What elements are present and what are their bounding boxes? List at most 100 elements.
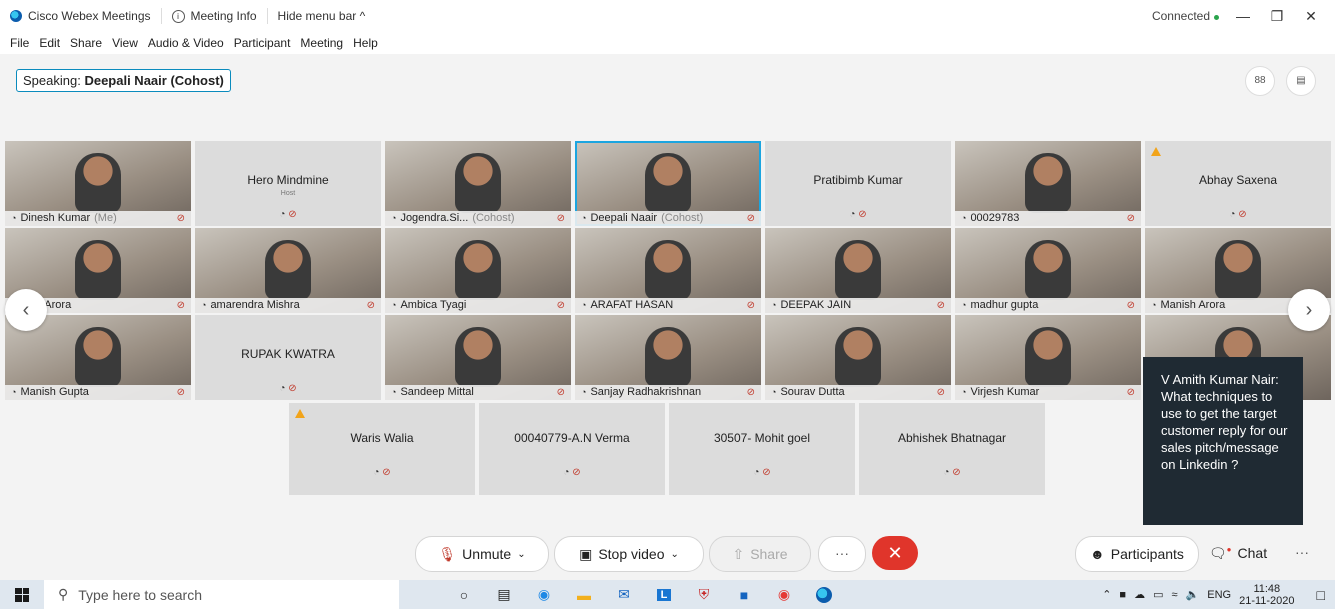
mic-muted-icon: ⊘ (762, 467, 771, 478)
participant-tile[interactable]: Abhishek Bhatnagar ◔ ⊘ (859, 403, 1045, 495)
unmute-label: Unmute (462, 546, 512, 562)
participant-tile[interactable]: RUPAK KWATRA ◔ ⊘ (195, 315, 381, 400)
participant-tile[interactable]: ◔ Virjesh Kumar ⊘ (955, 315, 1141, 400)
info-icon: i (171, 9, 185, 23)
participants-button[interactable]: ☻ Participants (1075, 536, 1199, 572)
chat-notification-popup[interactable]: V Amith Kumar Nair: What techniques to u… (1143, 357, 1303, 525)
wifi-icon[interactable]: ≈ (1171, 589, 1177, 601)
next-page-chevron-right-icon[interactable]: › (1288, 289, 1330, 331)
participant-tile[interactable]: ◔ Sanjay Radhakrishnan ⊘ (575, 315, 761, 400)
app-l-icon[interactable]: L (649, 583, 679, 607)
menu-participant[interactable]: Participant (234, 36, 291, 50)
task-view-icon[interactable]: ▤ (489, 583, 519, 607)
participant-name: Hero Mindmine (247, 173, 329, 187)
participant-tile[interactable]: ◔ Sandeep Mittal ⊘ (385, 315, 571, 400)
start-button[interactable] (0, 587, 44, 602)
audio-icon: ◔ (373, 467, 383, 478)
battery-icon[interactable]: ▭ (1153, 588, 1163, 601)
participant-label: ◔ Sourav Dutta ⊘ (765, 385, 951, 400)
connected-dot-icon (1214, 15, 1219, 20)
participant-label: ◔ Sanjay Radhakrishnan ⊘ (575, 385, 761, 400)
mic-muted-icon: ⊘ (288, 383, 297, 394)
mcafee-icon[interactable]: ⛨ (689, 583, 719, 607)
search-placeholder: Type here to search (78, 586, 203, 603)
maximize-button[interactable]: ❐ (1267, 8, 1287, 25)
participant-name: Dinesh Kumar (20, 212, 91, 224)
meeting-info-button[interactable]: i Meeting Info (162, 8, 268, 24)
camera-icon: ▣ (579, 545, 593, 562)
mic-muted-icon: ⊘ (936, 300, 945, 311)
audio-icon: ◔ (279, 383, 289, 394)
audio-icon: ◔ (753, 467, 763, 478)
participant-tile[interactable]: ◔ Sourav Dutta ⊘ (765, 315, 951, 400)
more-panels-button[interactable]: ··· (1282, 536, 1322, 570)
share-button[interactable]: ⇧ Share (709, 536, 811, 572)
participant-tile[interactable]: 00040779-A.N Verma ◔ ⊘ (479, 403, 665, 495)
mail-icon[interactable]: ✉ (609, 583, 639, 607)
participant-tile[interactable]: Abhay Saxena ◔ ⊘ (1145, 141, 1331, 226)
hide-menu-bar-button[interactable]: Hide menu bar ^ (268, 8, 376, 24)
audio-icon: ◔ (391, 300, 397, 310)
notifications-icon[interactable]: □ (1317, 587, 1325, 603)
participant-tile[interactable]: ◔ Jogendra.Si... (Cohost) ⊘ (385, 141, 571, 226)
participant-name: Virjesh Kumar (970, 386, 1040, 398)
audio-icon: ◔ (563, 467, 573, 478)
tray-chevron-up-icon[interactable]: ⌃ (1102, 588, 1111, 601)
participant-tile[interactable]: Pratibimb Kumar ◔ ⊘ (765, 141, 951, 226)
audio-icon: ◔ (279, 209, 289, 220)
minimize-button[interactable]: — (1233, 8, 1253, 24)
menu-file[interactable]: File (10, 36, 29, 50)
participant-tile[interactable]: ◔ madhur gupta ⊘ (955, 228, 1141, 313)
participant-tile[interactable]: Waris Walia ◔ ⊘ (289, 403, 475, 495)
participant-role-tag: (Cohost) (661, 212, 704, 224)
chat-button[interactable]: 🗨● Chat (1202, 536, 1274, 570)
tray-apps-icon[interactable]: ■ (1119, 589, 1126, 601)
mic-muted-icon: ⊘ (556, 300, 565, 311)
audio-icon: ◔ (1229, 209, 1239, 220)
chat-label: Chat (1237, 545, 1268, 561)
participant-status-icons: ◔ ⊘ (195, 383, 381, 394)
participant-tile[interactable]: Hero Mindmine Host ◔ ⊘ (195, 141, 381, 226)
menu-audio-video[interactable]: Audio & Video (148, 36, 224, 50)
menu-help[interactable]: Help (353, 36, 378, 50)
participant-name: 00040779-A.N Verma (514, 431, 630, 445)
edge-browser-icon[interactable]: ◉ (529, 583, 559, 607)
participant-tile[interactable]: ◔ amarendra Mishra ⊘ (195, 228, 381, 313)
search-icon: ⚲ (58, 586, 69, 602)
stop-video-button[interactable]: ▣ Stop video ⌄ (554, 536, 704, 572)
menu-edit[interactable]: Edit (39, 36, 60, 50)
more-options-button[interactable]: ··· (818, 536, 866, 572)
chrome-icon[interactable]: ◉ (769, 583, 799, 607)
menu-meeting[interactable]: Meeting (300, 36, 343, 50)
participant-tile[interactable]: ◔ DEEPAK JAIN ⊘ (765, 228, 951, 313)
end-meeting-button[interactable]: ✕ (872, 536, 918, 570)
layout-switch-icon[interactable]: ▤ (1286, 66, 1316, 96)
menu-view[interactable]: View (112, 36, 138, 50)
close-window-button[interactable]: ✕ (1301, 8, 1321, 25)
participant-tile[interactable]: ◔ ARAFAT HASAN ⊘ (575, 228, 761, 313)
participant-tile[interactable]: ◔ Ambica Tyagi ⊘ (385, 228, 571, 313)
onedrive-icon[interactable]: ☁ (1134, 588, 1145, 601)
webex-taskbar-icon[interactable] (809, 583, 839, 607)
share-icon: ⇧ (732, 545, 745, 562)
previous-page-chevron-left-icon[interactable]: ‹ (5, 289, 47, 331)
unmute-button[interactable]: 🎙 Unmute ⌄ (415, 536, 549, 572)
participant-name: Waris Walia (350, 431, 414, 445)
audio-icon: ◔ (961, 387, 967, 397)
menu-share[interactable]: Share (70, 36, 102, 50)
clock[interactable]: 11:48 21-11-2020 (1239, 583, 1294, 607)
mic-muted-icon: ⊘ (1126, 300, 1135, 311)
participant-tile[interactable]: ◔ 00029783 ⊘ (955, 141, 1141, 226)
chevron-down-icon: ⌄ (670, 548, 679, 560)
file-explorer-icon[interactable]: ▬ (569, 583, 599, 607)
language-indicator[interactable]: ENG (1207, 589, 1231, 601)
layout-grid-icon[interactable]: 88 (1245, 66, 1275, 96)
volume-icon[interactable]: 🔈 (1186, 588, 1200, 601)
clock-date: 21-11-2020 (1239, 594, 1295, 607)
participant-tile[interactable]: ◔ Dinesh Kumar (Me) ⊘ (5, 141, 191, 226)
cortana-icon[interactable]: ○ (449, 583, 479, 607)
taskbar-search-box[interactable]: ⚲ Type here to search (44, 580, 399, 609)
participant-tile[interactable]: ◔ Deepali Naair (Cohost) ⊘ (575, 141, 761, 226)
teams-chat-icon[interactable]: ■ (729, 583, 759, 607)
participant-tile[interactable]: 30507- Mohit goel ◔ ⊘ (669, 403, 855, 495)
